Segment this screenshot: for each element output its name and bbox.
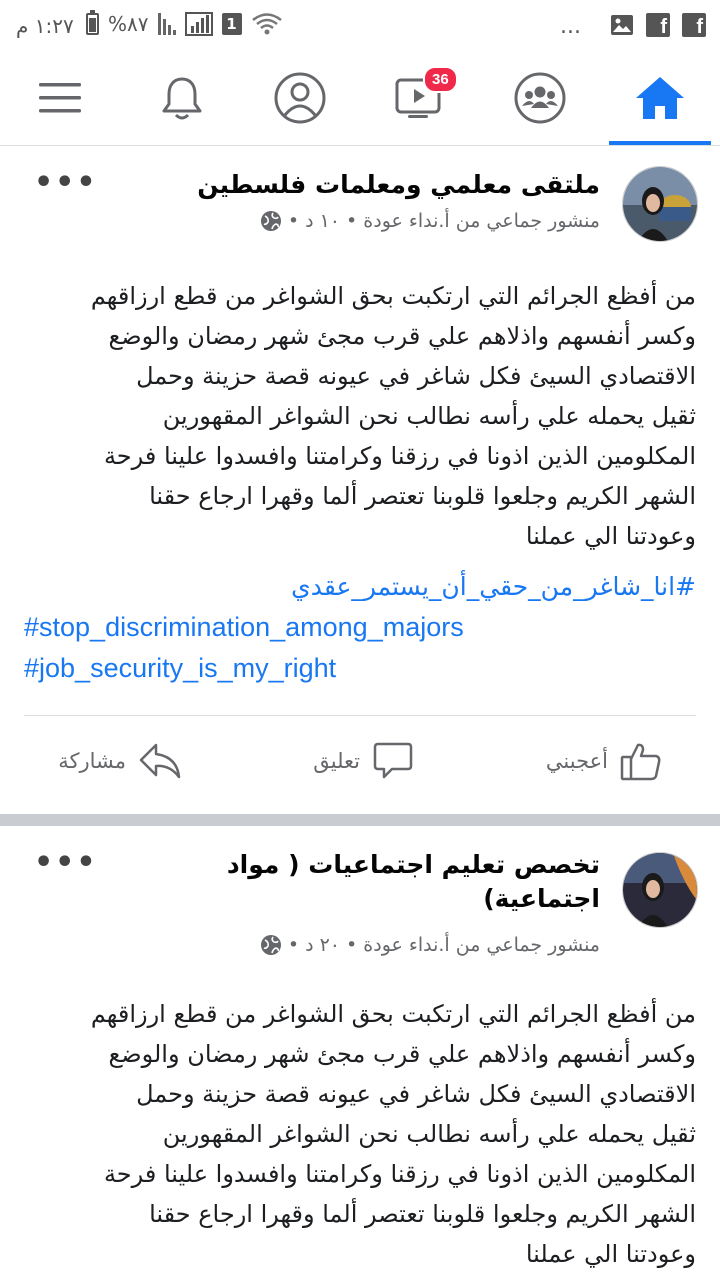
- home-icon: [636, 77, 684, 119]
- watch-button[interactable]: 36: [365, 52, 475, 144]
- notifications-button[interactable]: [127, 52, 237, 144]
- hashtag-list: #انا_شاغر_من_حقي_أن_يستمر_عقدي #stop_dis…: [24, 566, 696, 689]
- groups-button[interactable]: [485, 52, 595, 144]
- comment-button[interactable]: تعليق: [313, 731, 414, 791]
- facebook-notification-icon-2: f: [682, 13, 706, 37]
- comment-icon: [373, 742, 413, 779]
- hashtag-link[interactable]: #job_security_is_my_right: [24, 648, 696, 689]
- post-options-button[interactable]: •••: [34, 168, 98, 198]
- profile-button[interactable]: [245, 52, 355, 144]
- comment-label: تعليق: [313, 749, 360, 773]
- post-meta-text: منشور جماعي من أ.نداء عودة • ١٠ د •: [287, 210, 600, 232]
- group-avatar[interactable]: [622, 166, 698, 242]
- top-nav-bar: 36: [0, 52, 720, 146]
- hashtag-link[interactable]: #انا_شاغر_من_حقي_أن_يستمر_عقدي: [24, 566, 696, 607]
- menu-button[interactable]: [5, 52, 115, 144]
- signal-icon: [157, 13, 176, 35]
- like-icon: [620, 743, 661, 781]
- battery-icon: [86, 10, 99, 35]
- signal-2-icon: [184, 12, 213, 36]
- post-separator: [0, 814, 720, 826]
- groups-icon: [514, 72, 566, 124]
- share-label: مشاركة: [58, 749, 126, 773]
- group-avatar[interactable]: [622, 852, 698, 928]
- post-meta-text: منشور جماعي من أ.نداء عودة • ٢٠ د •: [287, 934, 600, 956]
- share-icon: [139, 743, 181, 779]
- like-button[interactable]: أعجبني: [546, 731, 662, 791]
- post-text: من أفظع الجرائم التي ارتكبت بحق الشواغر …: [90, 1000, 696, 1268]
- avatar-image: [623, 853, 697, 927]
- post-text: من أفظع الجرائم التي ارتكبت بحق الشواغر …: [90, 282, 696, 550]
- globe-icon: [260, 935, 281, 955]
- news-feed: ملتقى معلمي ومعلمات فلسطين منشور جماعي م…: [0, 146, 720, 1280]
- battery-percent: %٨٧: [108, 12, 149, 36]
- status-time: ١:٢٧ م: [16, 14, 74, 38]
- home-button[interactable]: [605, 52, 715, 145]
- status-left: ١:٢٧ م: [16, 12, 74, 40]
- bell-icon: [162, 77, 202, 120]
- like-label: أعجبني: [545, 749, 608, 773]
- group-name-line: اجتماعية): [483, 883, 600, 913]
- post-meta: منشور جماعي من أ.نداء عودة • ١٠ د •: [260, 210, 600, 232]
- hashtag-link[interactable]: #stop_discrimination_among_majors: [24, 607, 696, 648]
- post-card: ملتقى معلمي ومعلمات فلسطين منشور جماعي م…: [0, 146, 720, 814]
- group-name-line: تخصص تعليم اجتماعيات ( مواد: [226, 850, 600, 879]
- status-more: ...: [560, 14, 581, 39]
- post-actions: أعجبني تعليق مشاركة: [0, 731, 720, 791]
- share-button[interactable]: مشاركة: [58, 731, 182, 791]
- globe-icon: [260, 211, 281, 231]
- facebook-notification-icon: f: [646, 13, 670, 37]
- profile-icon: [274, 72, 326, 124]
- post-card: تخصص تعليم اجتماعيات ( مواد اجتماعية) من…: [0, 826, 720, 1280]
- status-icons: %٨٧ 1: [86, 10, 283, 36]
- avatar-image: [623, 167, 697, 241]
- post-options-button[interactable]: •••: [34, 848, 98, 878]
- post-meta: منشور جماعي من أ.نداء عودة • ٢٠ د •: [260, 934, 600, 956]
- watch-badge: 36: [423, 66, 458, 93]
- wifi-icon: [251, 13, 282, 35]
- group-name[interactable]: تخصص تعليم اجتماعيات ( مواد اجتماعية): [227, 848, 600, 916]
- status-right: f f: [610, 10, 706, 40]
- group-name[interactable]: ملتقى معلمي ومعلمات فلسطين: [197, 168, 600, 202]
- image-icon: [611, 15, 633, 35]
- sim-icon: 1: [221, 13, 242, 35]
- post-divider: [24, 715, 696, 716]
- hamburger-icon: [39, 83, 81, 113]
